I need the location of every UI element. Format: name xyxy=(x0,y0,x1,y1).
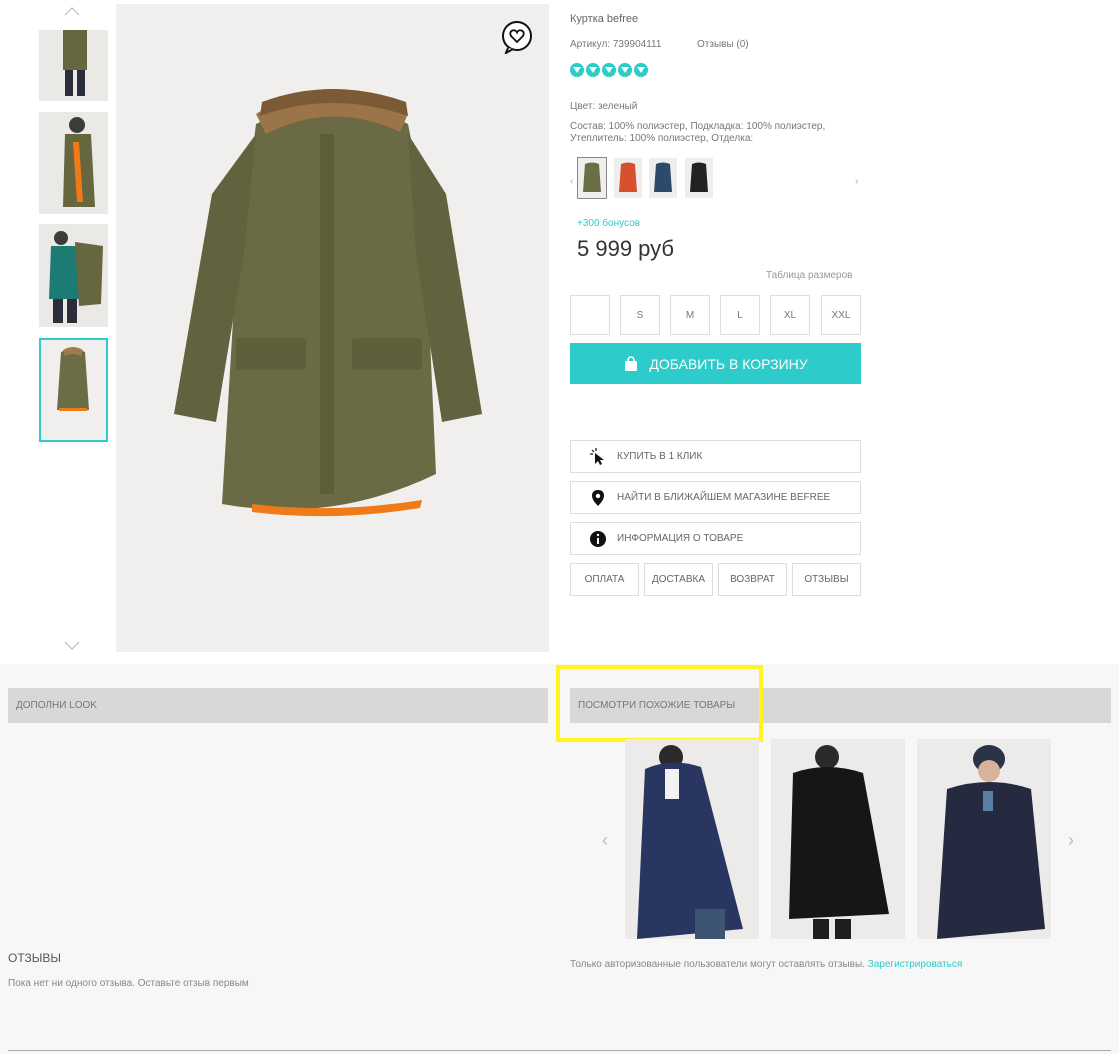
reviews-empty-message: Пока нет ни одного отзыва. Оставьте отзы… xyxy=(8,978,249,989)
find-store-label: НАЙТИ В БЛИЖАЙШЕМ МАГАЗИНЕ BEFREE xyxy=(617,492,831,503)
thumbnail-image xyxy=(39,224,108,327)
buy-one-click-button[interactable]: КУПИТЬ В 1 КЛИК xyxy=(570,440,861,473)
product-image xyxy=(917,739,1051,939)
chevron-up-icon xyxy=(64,6,80,15)
color-swatch-orange[interactable] xyxy=(614,158,642,198)
swatch-image xyxy=(578,158,606,198)
cursor-click-icon xyxy=(590,447,604,465)
size-option-xxl[interactable]: XXL xyxy=(821,295,861,335)
highlight-box xyxy=(556,665,763,742)
complete-look-title: ДОПОЛНИ LOOK xyxy=(16,700,97,711)
similar-product-1[interactable] xyxy=(625,739,759,939)
carousel-prev-arrow[interactable]: ‹ xyxy=(602,830,608,851)
bonus-points: +300 бонусов xyxy=(577,218,640,229)
thumbnails-up-arrow[interactable] xyxy=(62,4,82,18)
color-swatch-green[interactable] xyxy=(577,157,607,199)
divider xyxy=(8,1050,1111,1051)
product-image xyxy=(625,739,759,939)
thumbnail-image xyxy=(41,340,106,440)
size-table-link[interactable]: Таблица размеров xyxy=(766,270,852,281)
tab-payment[interactable]: ОПЛАТА xyxy=(570,563,639,596)
size-option-xl[interactable]: XL xyxy=(770,295,810,335)
parka-image xyxy=(116,4,549,652)
register-link[interactable]: Зарегистрироваться xyxy=(868,959,963,970)
swatch-image xyxy=(685,158,713,198)
product-article: Артикул: 739904111 xyxy=(570,39,662,50)
product-price: 5 999 руб xyxy=(577,236,675,261)
reviews-auth-note: Только авторизованные пользователи могут… xyxy=(570,959,962,970)
product-image xyxy=(771,739,905,939)
heart-bubble-icon xyxy=(502,21,532,56)
carousel-next-arrow[interactable]: › xyxy=(1068,830,1074,851)
product-info-label: ИНФОРМАЦИЯ О ТОВАРЕ xyxy=(617,533,744,544)
thumbnail-3[interactable] xyxy=(39,224,108,327)
swatch-image xyxy=(614,158,642,198)
shopping-bag-icon xyxy=(625,355,638,371)
reviews-count-link[interactable]: Отзывы (0) xyxy=(697,39,749,50)
chevron-down-icon xyxy=(64,641,80,650)
find-store-button[interactable]: НАЙТИ В БЛИЖАЙШЕМ МАГАЗИНЕ BEFREE xyxy=(570,481,861,514)
tab-returns[interactable]: ВОЗВРАТ xyxy=(718,563,787,596)
product-composition-line-1: Состав: 100% полиэстер, Подкладка: 100% … xyxy=(570,121,826,132)
color-swatch-navy[interactable] xyxy=(649,158,677,198)
tab-delivery[interactable]: ДОСТАВКА xyxy=(644,563,713,596)
add-to-cart-label: ДОБАВИТЬ В КОРЗИНУ xyxy=(649,355,808,372)
thumbnail-1[interactable] xyxy=(39,30,108,101)
thumbnail-2[interactable] xyxy=(39,112,108,214)
add-to-favorites-button[interactable] xyxy=(500,20,534,56)
auth-note-text: Только авторизованные пользователи могут… xyxy=(570,959,865,970)
swatch-image xyxy=(649,158,677,198)
tab-reviews[interactable]: ОТЗЫВЫ xyxy=(792,563,861,596)
thumbnail-4-selected[interactable] xyxy=(39,338,108,442)
add-to-cart-button[interactable]: ДОБАВИТЬ В КОРЗИНУ xyxy=(570,343,861,384)
similar-product-2[interactable] xyxy=(771,739,905,939)
size-option-empty[interactable] xyxy=(570,295,610,335)
rating-star-icon xyxy=(570,63,584,77)
rating-star-icon xyxy=(634,63,648,77)
rating-star-icon xyxy=(618,63,632,77)
size-option-s[interactable]: S xyxy=(620,295,660,335)
rating-stars[interactable] xyxy=(570,63,648,77)
thumbnails-down-arrow[interactable] xyxy=(62,638,82,652)
similar-product-3[interactable] xyxy=(917,739,1051,939)
info-icon xyxy=(590,530,606,547)
product-composition-line-2: Утеплитель: 100% полиэстер, Отделка: xyxy=(570,133,754,144)
product-info-button[interactable]: ИНФОРМАЦИЯ О ТОВАРЕ xyxy=(570,522,861,555)
buy-one-click-label: КУПИТЬ В 1 КЛИК xyxy=(617,451,703,462)
swatch-next-arrow[interactable]: › xyxy=(855,176,858,187)
main-product-image[interactable] xyxy=(116,4,549,652)
map-pin-icon xyxy=(592,489,604,506)
reviews-title: ОТЗЫВЫ xyxy=(8,951,62,965)
thumbnail-image xyxy=(39,30,108,101)
complete-look-header: ДОПОЛНИ LOOK xyxy=(8,688,548,723)
product-color: Цвет: зеленый xyxy=(570,101,638,112)
thumbnail-image xyxy=(39,112,108,214)
size-option-l[interactable]: L xyxy=(720,295,760,335)
size-option-m[interactable]: M xyxy=(670,295,710,335)
color-swatch-black[interactable] xyxy=(685,158,713,198)
product-title: Куртка befree xyxy=(570,13,639,25)
swatch-prev-arrow[interactable]: ‹ xyxy=(570,176,573,187)
rating-star-icon xyxy=(602,63,616,77)
rating-star-icon xyxy=(586,63,600,77)
